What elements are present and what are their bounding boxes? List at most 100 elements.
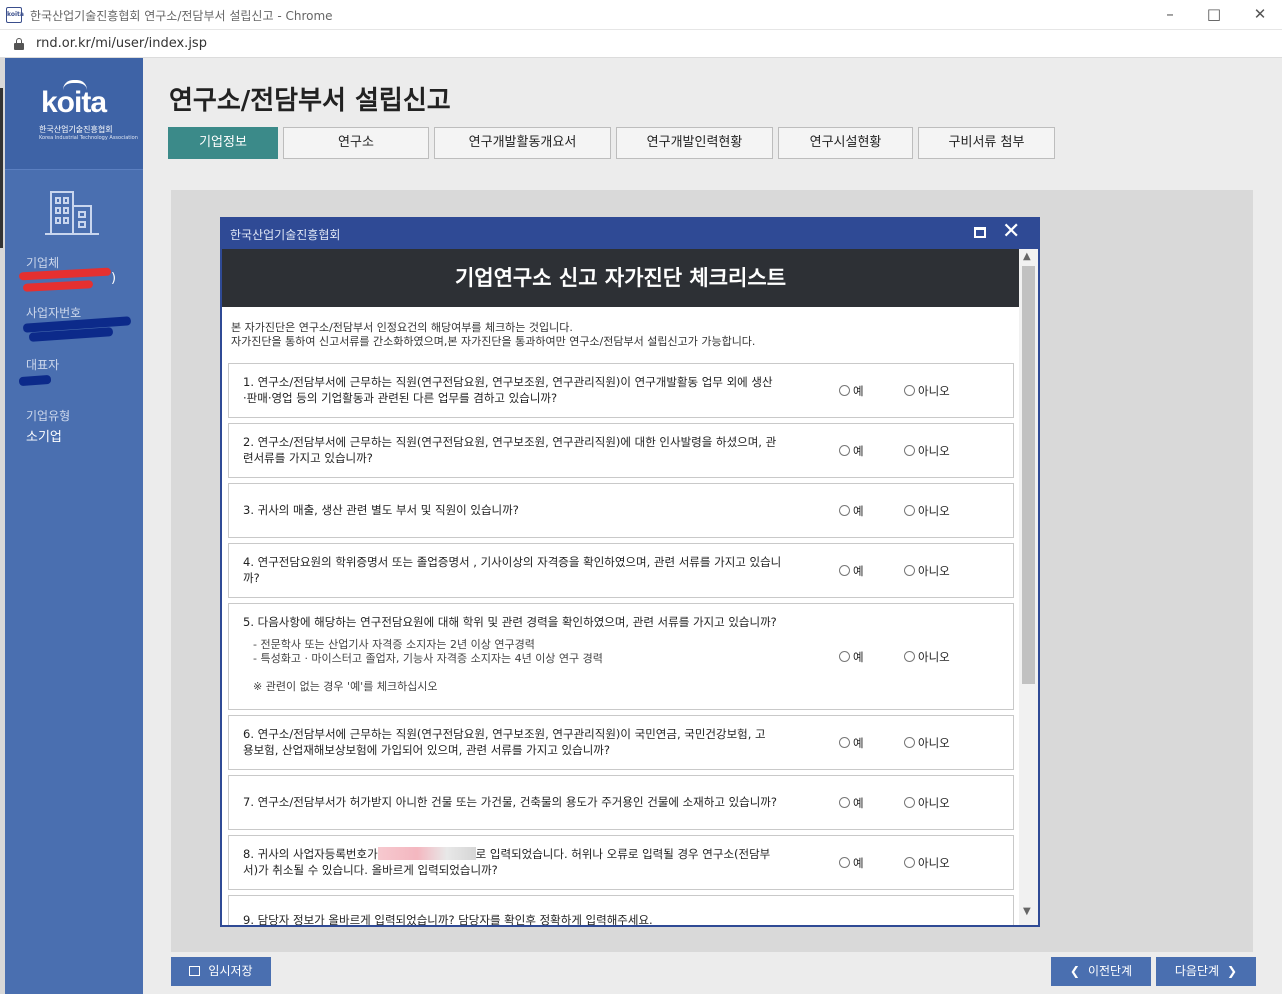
question-text: 6. 연구소/전담부서에 근무하는 직원(연구전담요원, 연구보조원, 연구관리…: [243, 726, 783, 758]
logo-text: koita: [41, 86, 107, 119]
radio-no-label: 아니오: [918, 650, 950, 664]
radio-no-label: 아니오: [918, 796, 950, 810]
tab-rnd-facility[interactable]: 연구시설현황: [778, 127, 913, 159]
prev-step-label: 이전단계: [1087, 964, 1133, 978]
radio-no-label: 아니오: [918, 504, 950, 518]
question-text: 2. 연구소/전담부서에 근무하는 직원(연구전담요원, 연구보조원, 연구관리…: [243, 434, 783, 466]
radio-no-label: 아니오: [918, 736, 950, 750]
question-text: 5. 다음사항에 해당하는 연구전담요원에 대해 학위 및 관련 경력을 확인하…: [243, 614, 783, 630]
close-window-icon[interactable]: ✕: [1246, 3, 1274, 25]
radio-no[interactable]: [904, 385, 915, 396]
url-text[interactable]: rnd.or.kr/mi/user/index.jsp: [36, 36, 207, 51]
scroll-down-icon[interactable]: ▼: [1023, 906, 1031, 917]
next-step-button[interactable]: 다음단계 ❯: [1156, 957, 1256, 986]
next-step-label: 다음단계: [1174, 964, 1220, 978]
logo-subtitle-en: Korea Industrial Technology Association: [39, 135, 138, 141]
address-bar[interactable]: rnd.or.kr/mi/user/index.jsp: [0, 30, 1282, 58]
radio-no[interactable]: [904, 505, 915, 516]
logo[interactable]: koita 한국산업기술진흥협회 Korea Industrial Techno…: [5, 58, 143, 170]
radio-yes[interactable]: [839, 857, 850, 868]
question-5: 5. 다음사항에 해당하는 연구전담요원에 대해 학위 및 관련 경력을 확인하…: [228, 603, 1014, 710]
question-line: 3. 귀사의 매출, 생산 관련 별도 부서 및 직원이 있습니까?: [243, 503, 519, 517]
question-line: 7. 연구소/전담부서가 허가받지 아니한 건물 또는 가건물, 건축물의 용도…: [243, 795, 777, 809]
radio-yes[interactable]: [839, 737, 850, 748]
scroll-up-icon[interactable]: ▲: [1023, 251, 1031, 262]
radio-yes[interactable]: [839, 797, 850, 808]
checklist-heading: 기업연구소 신고 자가진단 체크리스트: [222, 249, 1019, 307]
question-line: ·판매·영업 등의 기업활동과 관련된 다른 업무를 겸하고 있습니까?: [243, 391, 558, 405]
building-icon: [45, 191, 99, 235]
radio-yes-label: 예: [853, 856, 864, 870]
tab-rnd-activity[interactable]: 연구개발활동개요서: [434, 127, 611, 159]
chevron-right-icon: ❯: [1227, 964, 1238, 978]
question-line: 5. 다음사항에 해당하는 연구전담요원에 대해 학위 및 관련 경력을 확인하…: [243, 615, 777, 629]
question-text: 7. 연구소/전담부서가 허가받지 아니한 건물 또는 가건물, 건축물의 용도…: [243, 794, 783, 810]
question-note: ※ 관련이 없는 경우 '예'를 체크하십시오: [253, 680, 438, 693]
tab-research-lab[interactable]: 연구소: [283, 127, 429, 159]
company-type-label: 기업유형: [26, 409, 71, 423]
question-9: 9. 담당자 정보가 올바르게 입력되었습니까? 담당자를 확인후 정확하게 입…: [228, 895, 1014, 925]
maximize-icon[interactable]: [974, 227, 986, 238]
question-text: 9. 담당자 정보가 올바르게 입력되었습니까? 담당자를 확인후 정확하게 입…: [243, 912, 783, 925]
company-type-value: 소기업: [26, 430, 62, 445]
biz-number-blurred: [377, 847, 476, 860]
radio-no[interactable]: [904, 737, 915, 748]
radio-no-label: 아니오: [918, 444, 950, 458]
question-6: 6. 연구소/전담부서에 근무하는 직원(연구전담요원, 연구보조원, 연구관리…: [228, 715, 1014, 770]
radio-no[interactable]: [904, 797, 915, 808]
question-line: 서)가 취소될 수 있습니다. 올바르게 입력되었습니까?: [243, 863, 498, 877]
radio-yes-label: 예: [853, 444, 864, 458]
radio-no[interactable]: [904, 651, 915, 662]
radio-yes[interactable]: [839, 385, 850, 396]
question-line: 까?: [243, 571, 260, 585]
company-label: 기업체: [26, 256, 60, 270]
question-line: 4. 연구전담요원의 학위증명서 또는 졸업증명서 , 기사이상의 자격증을 확…: [243, 555, 782, 569]
question-line-prefix: 8. 귀사의 사업자등록번호가: [243, 847, 378, 861]
intro-line-2: 자가진단을 통하여 신고서류를 간소화하였으며,본 자가진단을 통과하여만 연구…: [231, 335, 756, 348]
radio-yes[interactable]: [839, 651, 850, 662]
save-icon: [189, 966, 201, 976]
radio-yes-label: 예: [853, 796, 864, 810]
window-title: 한국산업기술진흥협회 연구소/전담부서 설립신고 - Chrome: [30, 9, 333, 23]
question-sub-item: - 특성화고 · 마이스터고 졸업자, 기능사 자격증 소지자는 4년 이상 연…: [253, 652, 603, 665]
radio-yes[interactable]: [839, 445, 850, 456]
maximize-icon[interactable]: □: [1200, 3, 1228, 25]
modal-window-title: 한국산업기술진흥협회: [230, 228, 341, 242]
intro-text: 본 자가진단은 연구소/전담부서 인정요건의 해당여부를 체크하는 것입니다. …: [231, 321, 755, 349]
page-title: 연구소/전담부서 설립신고: [169, 86, 451, 116]
ceo-redaction: [18, 374, 52, 387]
radio-yes-label: 예: [853, 736, 864, 750]
radio-yes-label: 예: [853, 384, 864, 398]
question-text: 8. 귀사의 사업자등록번호가 로 입력되었습니다. 허위나 오류로 입력될 경우…: [243, 846, 783, 878]
company-name-redaction-2: [22, 280, 94, 292]
tab-company-info[interactable]: 기업정보: [168, 127, 278, 159]
temp-save-button[interactable]: 임시저장: [171, 957, 271, 986]
prev-step-button[interactable]: ❮ 이전단계: [1051, 957, 1151, 986]
lock-icon: [14, 38, 24, 50]
question-line: 8. 귀사의 사업자등록번호가 로 입력되었습니다. 허위나 오류로 입력될 경우…: [243, 846, 783, 862]
browser-title-bar: koita 한국산업기술진흥협회 연구소/전담부서 설립신고 - Chrome …: [0, 0, 1282, 30]
scroll-thumb[interactable]: [1022, 266, 1035, 684]
question-line: 련서류를 가지고 있습니까?: [243, 451, 373, 465]
question-line: 6. 연구소/전담부서에 근무하는 직원(연구전담요원, 연구보조원, 연구관리…: [243, 727, 766, 741]
radio-yes[interactable]: [839, 565, 850, 576]
radio-no[interactable]: [904, 857, 915, 868]
close-icon[interactable]: ✕: [1002, 220, 1020, 244]
radio-no[interactable]: [904, 445, 915, 456]
intro-line-1: 본 자가진단은 연구소/전담부서 인정요건의 해당여부를 체크하는 것입니다.: [231, 321, 573, 334]
radio-no[interactable]: [904, 565, 915, 576]
tab-attachments[interactable]: 구비서류 첨부: [918, 127, 1055, 159]
sidebar: koita 한국산업기술진흥협회 Korea Industrial Techno…: [5, 58, 143, 994]
modal-scrollbar[interactable]: ▲ ▼: [1019, 249, 1038, 925]
question-line: 1. 연구소/전담부서에 근무하는 직원(연구전담요원, 연구보조원, 연구관리…: [243, 375, 773, 389]
tab-rnd-staff[interactable]: 연구개발인력현황: [616, 127, 773, 159]
radio-no-label: 아니오: [918, 564, 950, 578]
question-sub-item: - 전문학사 또는 산업기사 자격증 소지자는 2년 이상 연구경력: [253, 638, 535, 651]
modal-body: 기업연구소 신고 자가진단 체크리스트 본 자가진단은 연구소/전담부서 인정요…: [222, 249, 1038, 925]
question-4: 4. 연구전담요원의 학위증명서 또는 졸업증명서 , 기사이상의 자격증을 확…: [228, 543, 1014, 598]
radio-yes-label: 예: [853, 564, 864, 578]
question-text: 1. 연구소/전담부서에 근무하는 직원(연구전담요원, 연구보조원, 연구관리…: [243, 374, 783, 406]
radio-yes[interactable]: [839, 505, 850, 516]
radio-no-label: 아니오: [918, 856, 950, 870]
minimize-icon[interactable]: –: [1156, 3, 1184, 25]
